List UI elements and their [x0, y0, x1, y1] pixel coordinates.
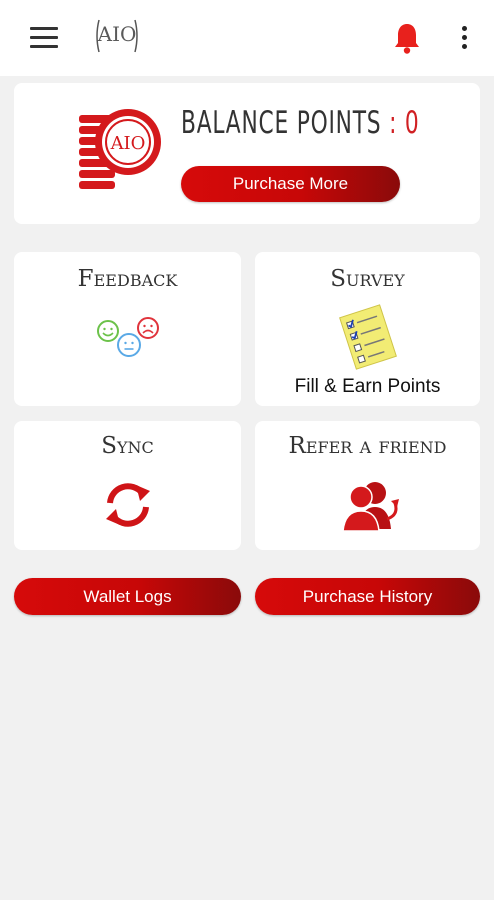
- balance-points-label: BALANCE POINTS : 0: [181, 105, 419, 149]
- feedback-title: Feedback: [77, 266, 178, 292]
- people-share-icon: [342, 482, 399, 532]
- smiley-faces-icon: [97, 317, 159, 357]
- balance-card: AIO BALANCE POINTS : 0 Purchase More: [14, 83, 480, 224]
- purchase-more-button[interactable]: Purchase More: [181, 166, 400, 202]
- balance-label-text: BALANCE POINTS: [181, 105, 382, 141]
- bell-icon[interactable]: [393, 22, 421, 54]
- refer-title: Refer a friend: [288, 433, 447, 459]
- sync-arrows-icon: [106, 483, 150, 527]
- survey-tile[interactable]: Survey Fill & Earn Points: [255, 252, 480, 406]
- refer-friend-tile[interactable]: Refer a friend: [255, 421, 480, 550]
- coin-stack-icon: AIO: [79, 109, 161, 189]
- hamburger-menu-icon[interactable]: [30, 27, 58, 49]
- wallet-logs-button[interactable]: Wallet Logs: [14, 578, 241, 615]
- logo-text: AIO: [97, 22, 137, 46]
- sync-title: Sync: [101, 433, 154, 459]
- survey-title: Survey: [330, 266, 405, 292]
- survey-checklist-icon: [339, 304, 397, 370]
- balance-separator: :: [389, 105, 398, 141]
- balance-value: 0: [404, 105, 420, 141]
- app-bar: AIO: [0, 0, 494, 76]
- svg-text:AIO: AIO: [110, 133, 146, 154]
- survey-caption: Fill & Earn Points: [294, 376, 441, 397]
- app-logo: AIO: [93, 16, 141, 56]
- sync-tile[interactable]: Sync: [14, 421, 241, 550]
- feedback-tile[interactable]: Feedback: [14, 252, 241, 406]
- more-vertical-icon[interactable]: [458, 26, 470, 52]
- purchase-history-button[interactable]: Purchase History: [255, 578, 480, 615]
